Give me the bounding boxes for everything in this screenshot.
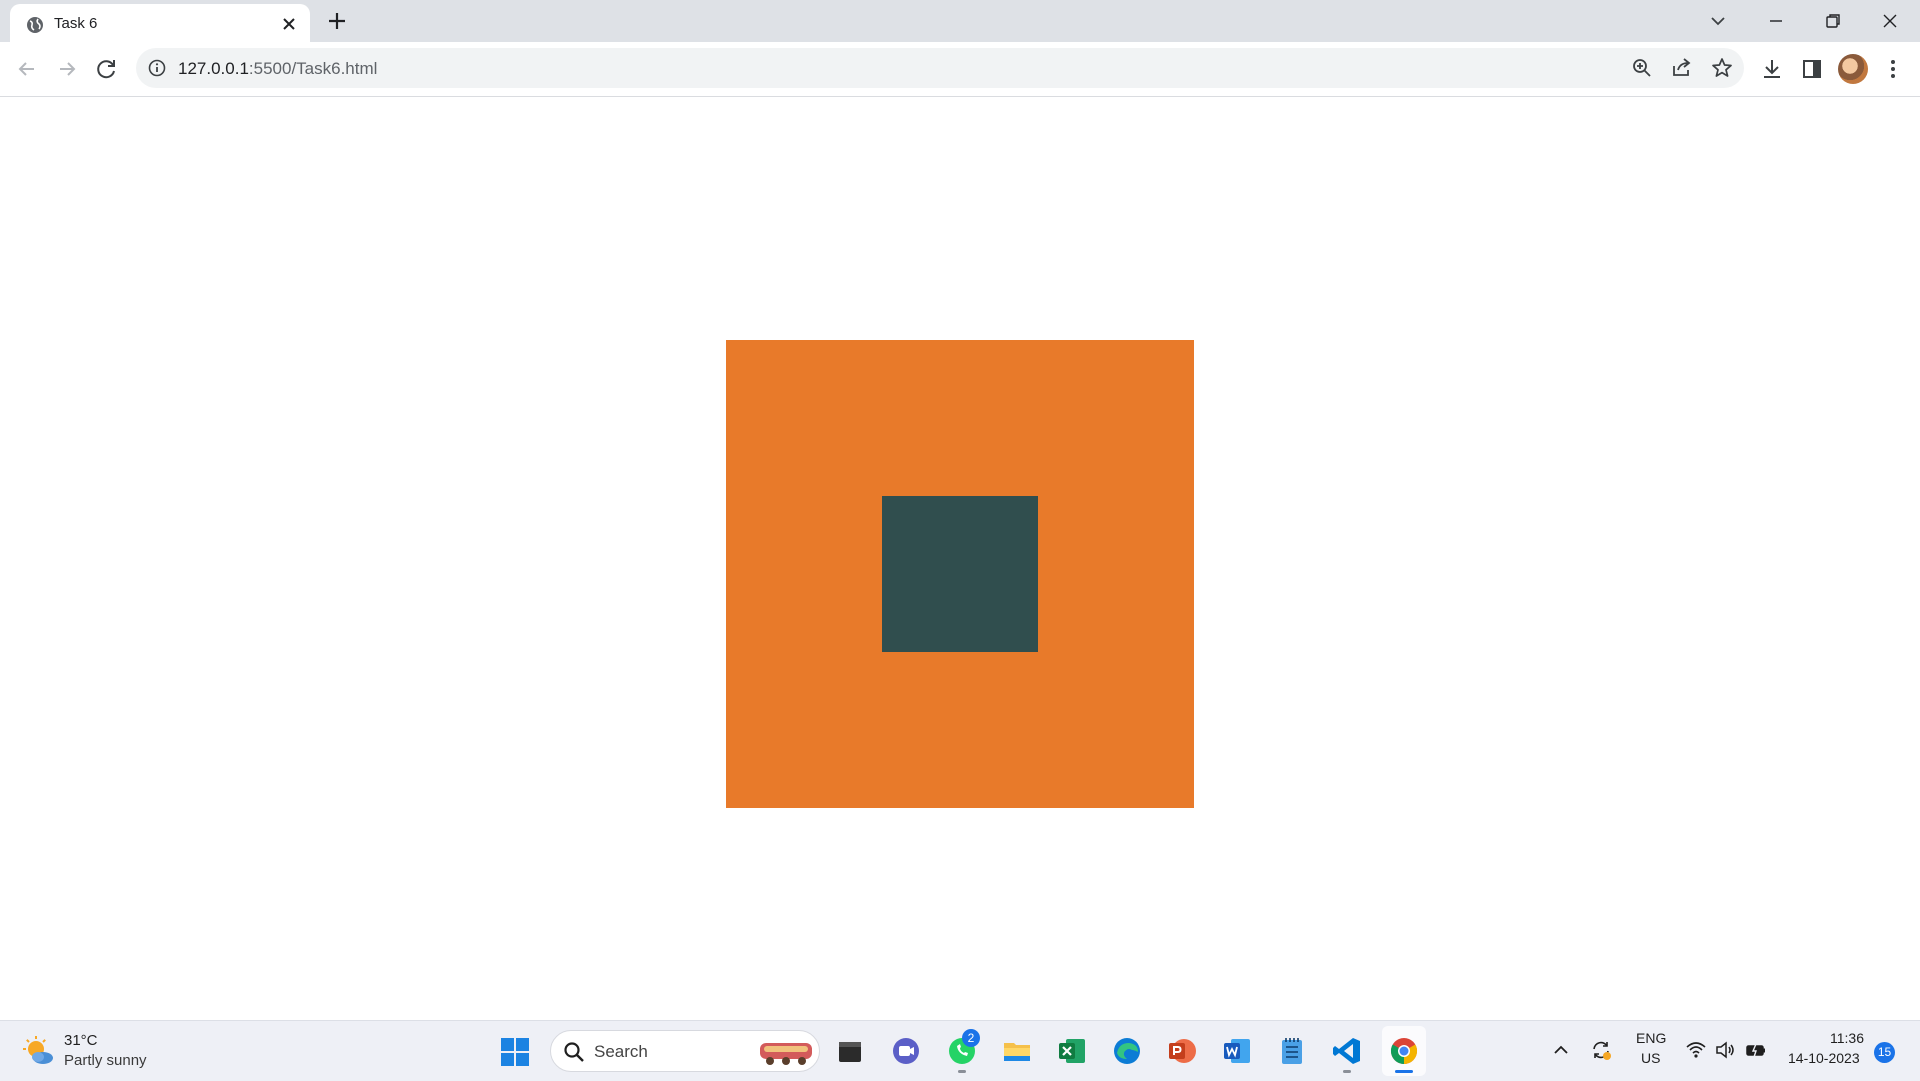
sync-icon[interactable] [1590, 1039, 1612, 1061]
search-icon [564, 1042, 584, 1062]
chrome-icon[interactable] [1388, 1035, 1420, 1067]
volume-icon[interactable] [1714, 1039, 1736, 1061]
edge-icon[interactable] [1111, 1035, 1143, 1067]
search-highlight-illustration-icon [760, 1043, 812, 1065]
show-hidden-icons-chevron-icon[interactable] [1550, 1039, 1572, 1061]
browser-toolbar: 127.0.0.1:5500/Task6.html [0, 42, 1920, 97]
notification-count-badge[interactable]: 15 [1874, 1042, 1895, 1063]
notepad-icon[interactable] [1276, 1035, 1308, 1067]
browser-tab[interactable]: Task 6 [10, 4, 310, 42]
download-icon[interactable] [1759, 56, 1785, 82]
profile-avatar[interactable] [1838, 54, 1868, 84]
back-icon[interactable] [14, 56, 40, 82]
file-explorer-dark-icon[interactable] [834, 1035, 866, 1067]
weather-temperature[interactable]: 31°C [64, 1032, 98, 1049]
taskbar-search[interactable]: Search [550, 1030, 820, 1072]
windows-start-icon[interactable] [500, 1037, 530, 1067]
battery-charging-icon[interactable] [1745, 1039, 1767, 1061]
clock-time[interactable]: 11:36 [1830, 1030, 1864, 1046]
vscode-icon[interactable] [1331, 1035, 1363, 1067]
partly-sunny-icon[interactable] [22, 1035, 56, 1069]
weather-condition[interactable]: Partly sunny [64, 1052, 147, 1069]
close-tab-icon[interactable] [280, 15, 298, 33]
restore-icon[interactable] [1821, 9, 1845, 33]
wifi-icon[interactable] [1685, 1039, 1707, 1061]
clock-date[interactable]: 14-10-2023 [1788, 1050, 1860, 1066]
browser-tab-strip: Task 6 [0, 0, 1920, 42]
word-icon[interactable] [1221, 1035, 1253, 1067]
input-language[interactable]: ENG [1636, 1030, 1666, 1046]
url-text[interactable]: 127.0.0.1:5500/Task6.html [178, 59, 377, 79]
active-app-indicator [1395, 1070, 1413, 1073]
new-tab-icon[interactable] [326, 10, 348, 32]
outer-square [726, 340, 1194, 808]
site-info-icon[interactable] [148, 59, 166, 77]
powerpoint-icon[interactable] [1166, 1035, 1198, 1067]
app-running-indicator [1343, 1070, 1351, 1073]
reload-icon[interactable] [94, 56, 120, 82]
minimize-icon[interactable] [1764, 9, 1788, 33]
inner-square [882, 496, 1038, 652]
bookmark-star-icon[interactable] [1710, 56, 1734, 80]
folder-icon[interactable] [1001, 1035, 1033, 1067]
forward-icon[interactable] [54, 56, 80, 82]
whatsapp-badge: 2 [962, 1029, 980, 1047]
excel-icon[interactable] [1056, 1035, 1088, 1067]
windows-taskbar: 31°C Partly sunny Search 2 ENG US 11:36 … [0, 1020, 1920, 1081]
teams-chat-icon[interactable] [890, 1035, 922, 1067]
search-placeholder: Search [594, 1042, 648, 1061]
input-region[interactable]: US [1641, 1050, 1660, 1066]
url-host: 127.0.0.1 [178, 59, 249, 78]
tab-title: Task 6 [54, 15, 98, 32]
side-panel-icon[interactable] [1799, 56, 1825, 82]
address-bar[interactable]: 127.0.0.1:5500/Task6.html [136, 48, 1744, 88]
tab-search-icon[interactable] [1706, 9, 1730, 33]
zoom-icon[interactable] [1630, 56, 1654, 80]
app-running-indicator [958, 1070, 966, 1073]
globe-icon [27, 17, 43, 33]
close-window-icon[interactable] [1878, 9, 1902, 33]
url-path: :5500/Task6.html [248, 59, 378, 78]
menu-kebab-icon[interactable] [1880, 56, 1906, 82]
page-viewport [0, 97, 1920, 1020]
share-icon[interactable] [1670, 56, 1694, 80]
